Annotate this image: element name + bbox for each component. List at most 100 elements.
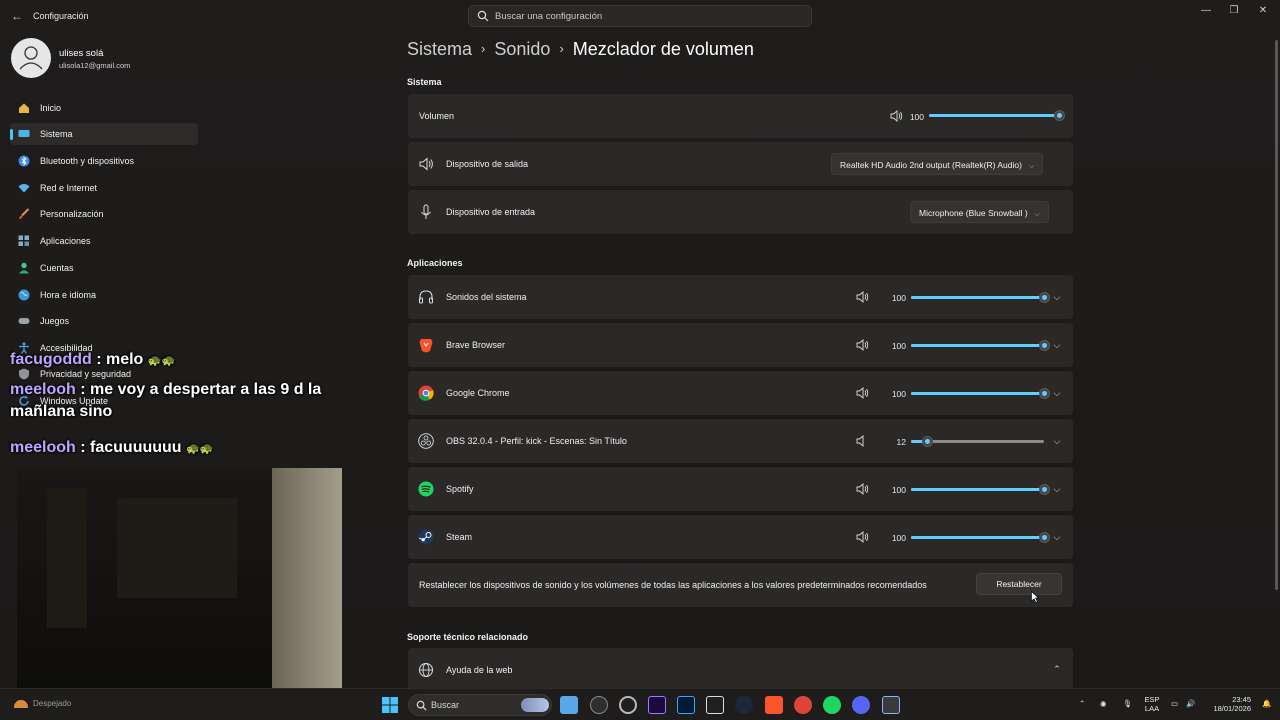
clock-time: 23:45 [1232, 695, 1251, 704]
weather-icon[interactable] [14, 700, 28, 708]
app-volume-row: Google Chrome 100 ⌵ [408, 371, 1073, 415]
chevron-up-icon[interactable]: ⌃ [1051, 664, 1063, 674]
premiere-icon[interactable] [648, 696, 666, 714]
sidebar-item-inicio[interactable]: Inicio [10, 97, 198, 119]
search-input[interactable] [495, 8, 795, 24]
help-web-card[interactable]: Ayuda de la web ⌃ [408, 648, 1073, 688]
input-device-dropdown[interactable]: Microphone (Blue Snowball ) ⌵ [910, 201, 1049, 223]
sidebar-item-bluetooth[interactable]: Bluetooth y dispositivos [10, 150, 198, 172]
slider-thumb[interactable] [1039, 532, 1050, 543]
reset-button[interactable]: Restablecer [976, 573, 1062, 595]
capcut-icon[interactable] [619, 696, 637, 714]
breadcrumb-separator: › [481, 41, 486, 56]
slider-thumb[interactable] [1039, 292, 1050, 303]
apps-icon [18, 235, 29, 246]
settings-search[interactable] [468, 5, 812, 27]
taskbar-search[interactable]: Buscar [408, 694, 552, 716]
slider-fill [911, 296, 1044, 299]
chevron-up-icon[interactable]: ⌃ [1079, 699, 1085, 708]
app-volume-slider[interactable] [911, 436, 1044, 447]
language-indicator[interactable]: ESP LAA [1143, 695, 1161, 713]
scrollbar[interactable] [1275, 40, 1278, 590]
user-icon [19, 46, 43, 70]
master-volume-card: Volumen 100 [408, 94, 1073, 138]
app-volume-slider[interactable] [911, 484, 1050, 495]
sidebar-item-hora[interactable]: Hora e idioma [10, 284, 198, 306]
epic-games-icon[interactable] [706, 696, 724, 714]
slider-thumb[interactable] [922, 436, 933, 447]
speaker-low-icon[interactable] [856, 435, 869, 447]
sidebar-item-red[interactable]: Red e Internet [10, 177, 198, 199]
webcam-feed [17, 468, 342, 688]
sidebar-item-aplicaciones[interactable]: Aplicaciones [10, 230, 198, 252]
sidebar-item-sistema[interactable]: Sistema [10, 123, 198, 145]
clock[interactable]: 23:45 18/01/2026 [1207, 695, 1251, 713]
chevron-down-icon[interactable]: ⌵ [1051, 532, 1063, 542]
steam-taskbar-icon[interactable] [735, 696, 753, 714]
chrome-taskbar-icon[interactable] [794, 696, 812, 714]
app-volume-slider[interactable] [911, 292, 1050, 303]
slider-thumb[interactable] [1039, 340, 1050, 351]
minimize-button[interactable]: — [1197, 4, 1215, 18]
chevron-down-icon[interactable]: ⌵ [1051, 436, 1063, 446]
weather-label[interactable]: Despejado [33, 699, 71, 708]
master-volume-slider[interactable] [929, 110, 1065, 121]
language-code: ESP [1144, 695, 1160, 704]
microphone-tray-icon[interactable]: 🎙 [1123, 699, 1133, 708]
output-device-label: Dispositivo de salida [446, 159, 529, 169]
photoshop-icon[interactable] [677, 696, 695, 714]
sidebar-item-label: Aplicaciones [40, 236, 91, 246]
avatar[interactable] [11, 38, 51, 78]
maximize-button[interactable]: ❐ [1225, 4, 1243, 18]
close-button[interactable]: ✕ [1254, 4, 1272, 18]
sidebar-item-juegos[interactable]: Juegos [10, 310, 198, 332]
title-bar: ← Configuración — ❐ ✕ [0, 0, 1280, 32]
speaker-icon[interactable] [856, 291, 869, 303]
speaker-icon[interactable] [856, 387, 869, 399]
breadcrumb-sonido[interactable]: Sonido [494, 39, 550, 59]
slider-thumb[interactable] [1039, 388, 1050, 399]
reset-description: Restablecer los dispositivos de sonido y… [419, 580, 927, 590]
speaker-icon[interactable] [856, 483, 869, 495]
back-arrow-icon[interactable]: ← [9, 8, 25, 24]
speaker-icon[interactable] [856, 339, 869, 351]
obs-taskbar-icon[interactable] [590, 696, 608, 714]
volume-label: Volumen [419, 111, 455, 121]
chevron-down-icon[interactable]: ⌵ [1051, 484, 1063, 494]
chevron-down-icon[interactable]: ⌵ [1051, 292, 1063, 302]
sidebar-item-personalizacion[interactable]: Personalización [10, 203, 198, 225]
discord-icon[interactable] [852, 696, 870, 714]
obs-icon [418, 433, 434, 449]
app-volume-slider[interactable] [911, 340, 1050, 351]
profile-name: ulises solá [59, 48, 104, 59]
slider-thumb[interactable] [1039, 484, 1050, 495]
breadcrumb-sistema[interactable]: Sistema [407, 39, 472, 59]
chevron-down-icon[interactable]: ⌵ [1051, 388, 1063, 398]
output-device-dropdown[interactable]: Realtek HD Audio 2nd output (Realtek(R) … [831, 153, 1044, 175]
section-title-soporte: Soporte técnico relacionado [407, 632, 529, 642]
spotify-taskbar-icon[interactable] [823, 696, 841, 714]
app-volume-slider[interactable] [911, 532, 1050, 543]
sidebar-item-cuentas[interactable]: Cuentas [10, 257, 198, 279]
app-volume-slider[interactable] [911, 388, 1050, 399]
task-view-icon[interactable] [560, 696, 578, 714]
system-icon [18, 130, 30, 137]
app-name: Steam [446, 532, 473, 542]
windows-start-icon[interactable] [381, 696, 399, 714]
volume-tray-icon[interactable]: 🔊 [1186, 699, 1195, 708]
app-volume-row: Sonidos del sistema 100 ⌵ [408, 275, 1073, 319]
output-device-value: Realtek HD Audio 2nd output (Realtek(R) … [840, 160, 1022, 170]
chat-text: : melo [91, 351, 144, 368]
slider-thumb[interactable] [1054, 110, 1065, 121]
settings-gear-icon[interactable] [882, 696, 900, 714]
chrome-icon [418, 385, 434, 401]
network-icon[interactable]: ▭ [1171, 699, 1178, 708]
discord-tray-icon[interactable]: ◉ [1100, 699, 1107, 708]
speaker-icon[interactable] [890, 110, 903, 122]
speaker-icon[interactable] [856, 531, 869, 543]
app-volume-value: 12 [896, 437, 906, 447]
notification-icon[interactable]: 🔔 [1262, 699, 1271, 708]
sidebar-item-label: Hora e idioma [40, 290, 97, 300]
chevron-down-icon[interactable]: ⌵ [1051, 340, 1063, 350]
brave-taskbar-icon[interactable] [765, 696, 783, 714]
